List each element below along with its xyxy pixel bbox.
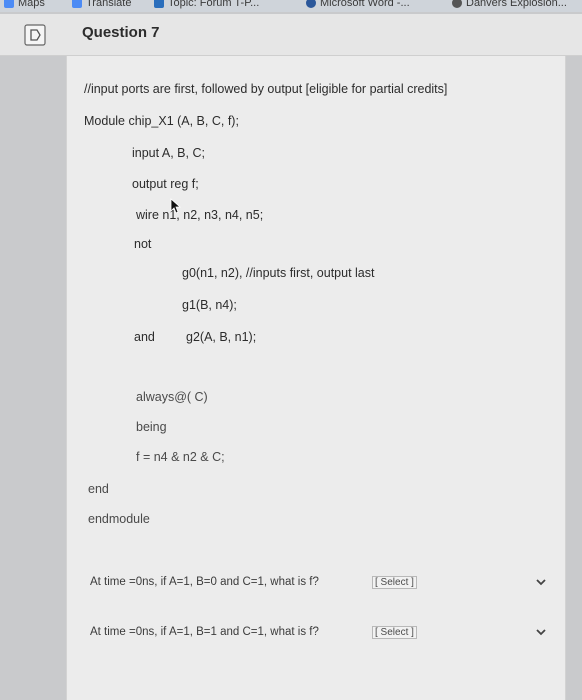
code-comment-header: //input ports are first, followed by out… bbox=[84, 82, 448, 96]
bookmark-label: Maps bbox=[18, 0, 45, 9]
question-1-text: At time =0ns, if A=1, B=0 and C=1, what … bbox=[90, 576, 319, 588]
forum-icon bbox=[154, 0, 164, 8]
code-output-line: output reg f; bbox=[132, 177, 199, 191]
word-icon bbox=[306, 0, 316, 8]
globe-icon bbox=[452, 0, 462, 8]
code-g0-line: g0(n1, n2), //inputs first, output last bbox=[182, 266, 375, 280]
code-end-line: end bbox=[88, 482, 109, 496]
bookmark-label: Translate bbox=[86, 0, 132, 9]
code-assign-line: f = n4 & n2 & C; bbox=[136, 450, 225, 464]
dropdown-question-2[interactable]: At time =0ns, if A=1, B=1 and C=1, what … bbox=[66, 614, 566, 650]
bookmark-forum[interactable]: Topic: Forum T-P... bbox=[154, 0, 259, 9]
code-g2-line: g2(A, B, n1); bbox=[186, 330, 257, 344]
chevron-down-icon[interactable] bbox=[534, 575, 548, 589]
dropdown-question-1[interactable]: At time =0ns, if A=1, B=0 and C=1, what … bbox=[66, 564, 566, 600]
bookmark-word[interactable]: Microsoft Word -... bbox=[306, 0, 410, 9]
mouse-cursor-icon bbox=[170, 198, 182, 214]
code-module-decl: Module chip_X1 (A, B, C, f); bbox=[84, 114, 239, 128]
question-title: Question 7 bbox=[82, 24, 160, 41]
flag-icon[interactable] bbox=[24, 24, 46, 46]
code-endmodule-line: endmodule bbox=[88, 512, 150, 526]
code-being-line: being bbox=[136, 420, 167, 434]
code-and-keyword: and bbox=[134, 330, 155, 344]
bookmark-label: Danvers Explosion... bbox=[466, 0, 567, 9]
question-2-select[interactable]: [ Select ] bbox=[372, 625, 417, 639]
code-g1-line: g1(B, n4); bbox=[182, 298, 237, 312]
bookmark-maps[interactable]: Maps bbox=[4, 0, 45, 9]
translate-icon bbox=[72, 0, 82, 8]
question-2-text: At time =0ns, if A=1, B=1 and C=1, what … bbox=[90, 626, 319, 638]
chevron-down-icon[interactable] bbox=[534, 625, 548, 639]
bookmark-label: Microsoft Word -... bbox=[320, 0, 410, 9]
bookmark-label: Topic: Forum T-P... bbox=[168, 0, 260, 9]
code-input-line: input A, B, C; bbox=[132, 146, 205, 160]
bookmark-translate[interactable]: Translate bbox=[72, 0, 131, 9]
code-wire-line: wire n1, n2, n3, n4, n5; bbox=[136, 208, 264, 222]
code-always-line: always@( C) bbox=[136, 390, 208, 404]
bookmark-danvers[interactable]: Danvers Explosion... bbox=[452, 0, 567, 9]
maps-icon bbox=[4, 0, 14, 8]
question-1-select[interactable]: [ Select ] bbox=[372, 575, 417, 589]
code-not-keyword: not bbox=[134, 237, 152, 251]
bookmarks-bar: Maps Translate Topic: Forum T-P... Micro… bbox=[0, 0, 582, 12]
